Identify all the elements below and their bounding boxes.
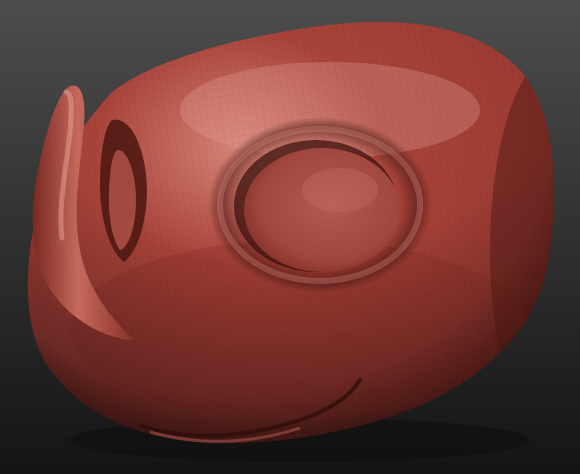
viewport[interactable]	[0, 0, 580, 474]
eye-ball	[244, 148, 400, 272]
eye-highlight	[302, 168, 378, 212]
sculpt-render	[0, 0, 580, 474]
